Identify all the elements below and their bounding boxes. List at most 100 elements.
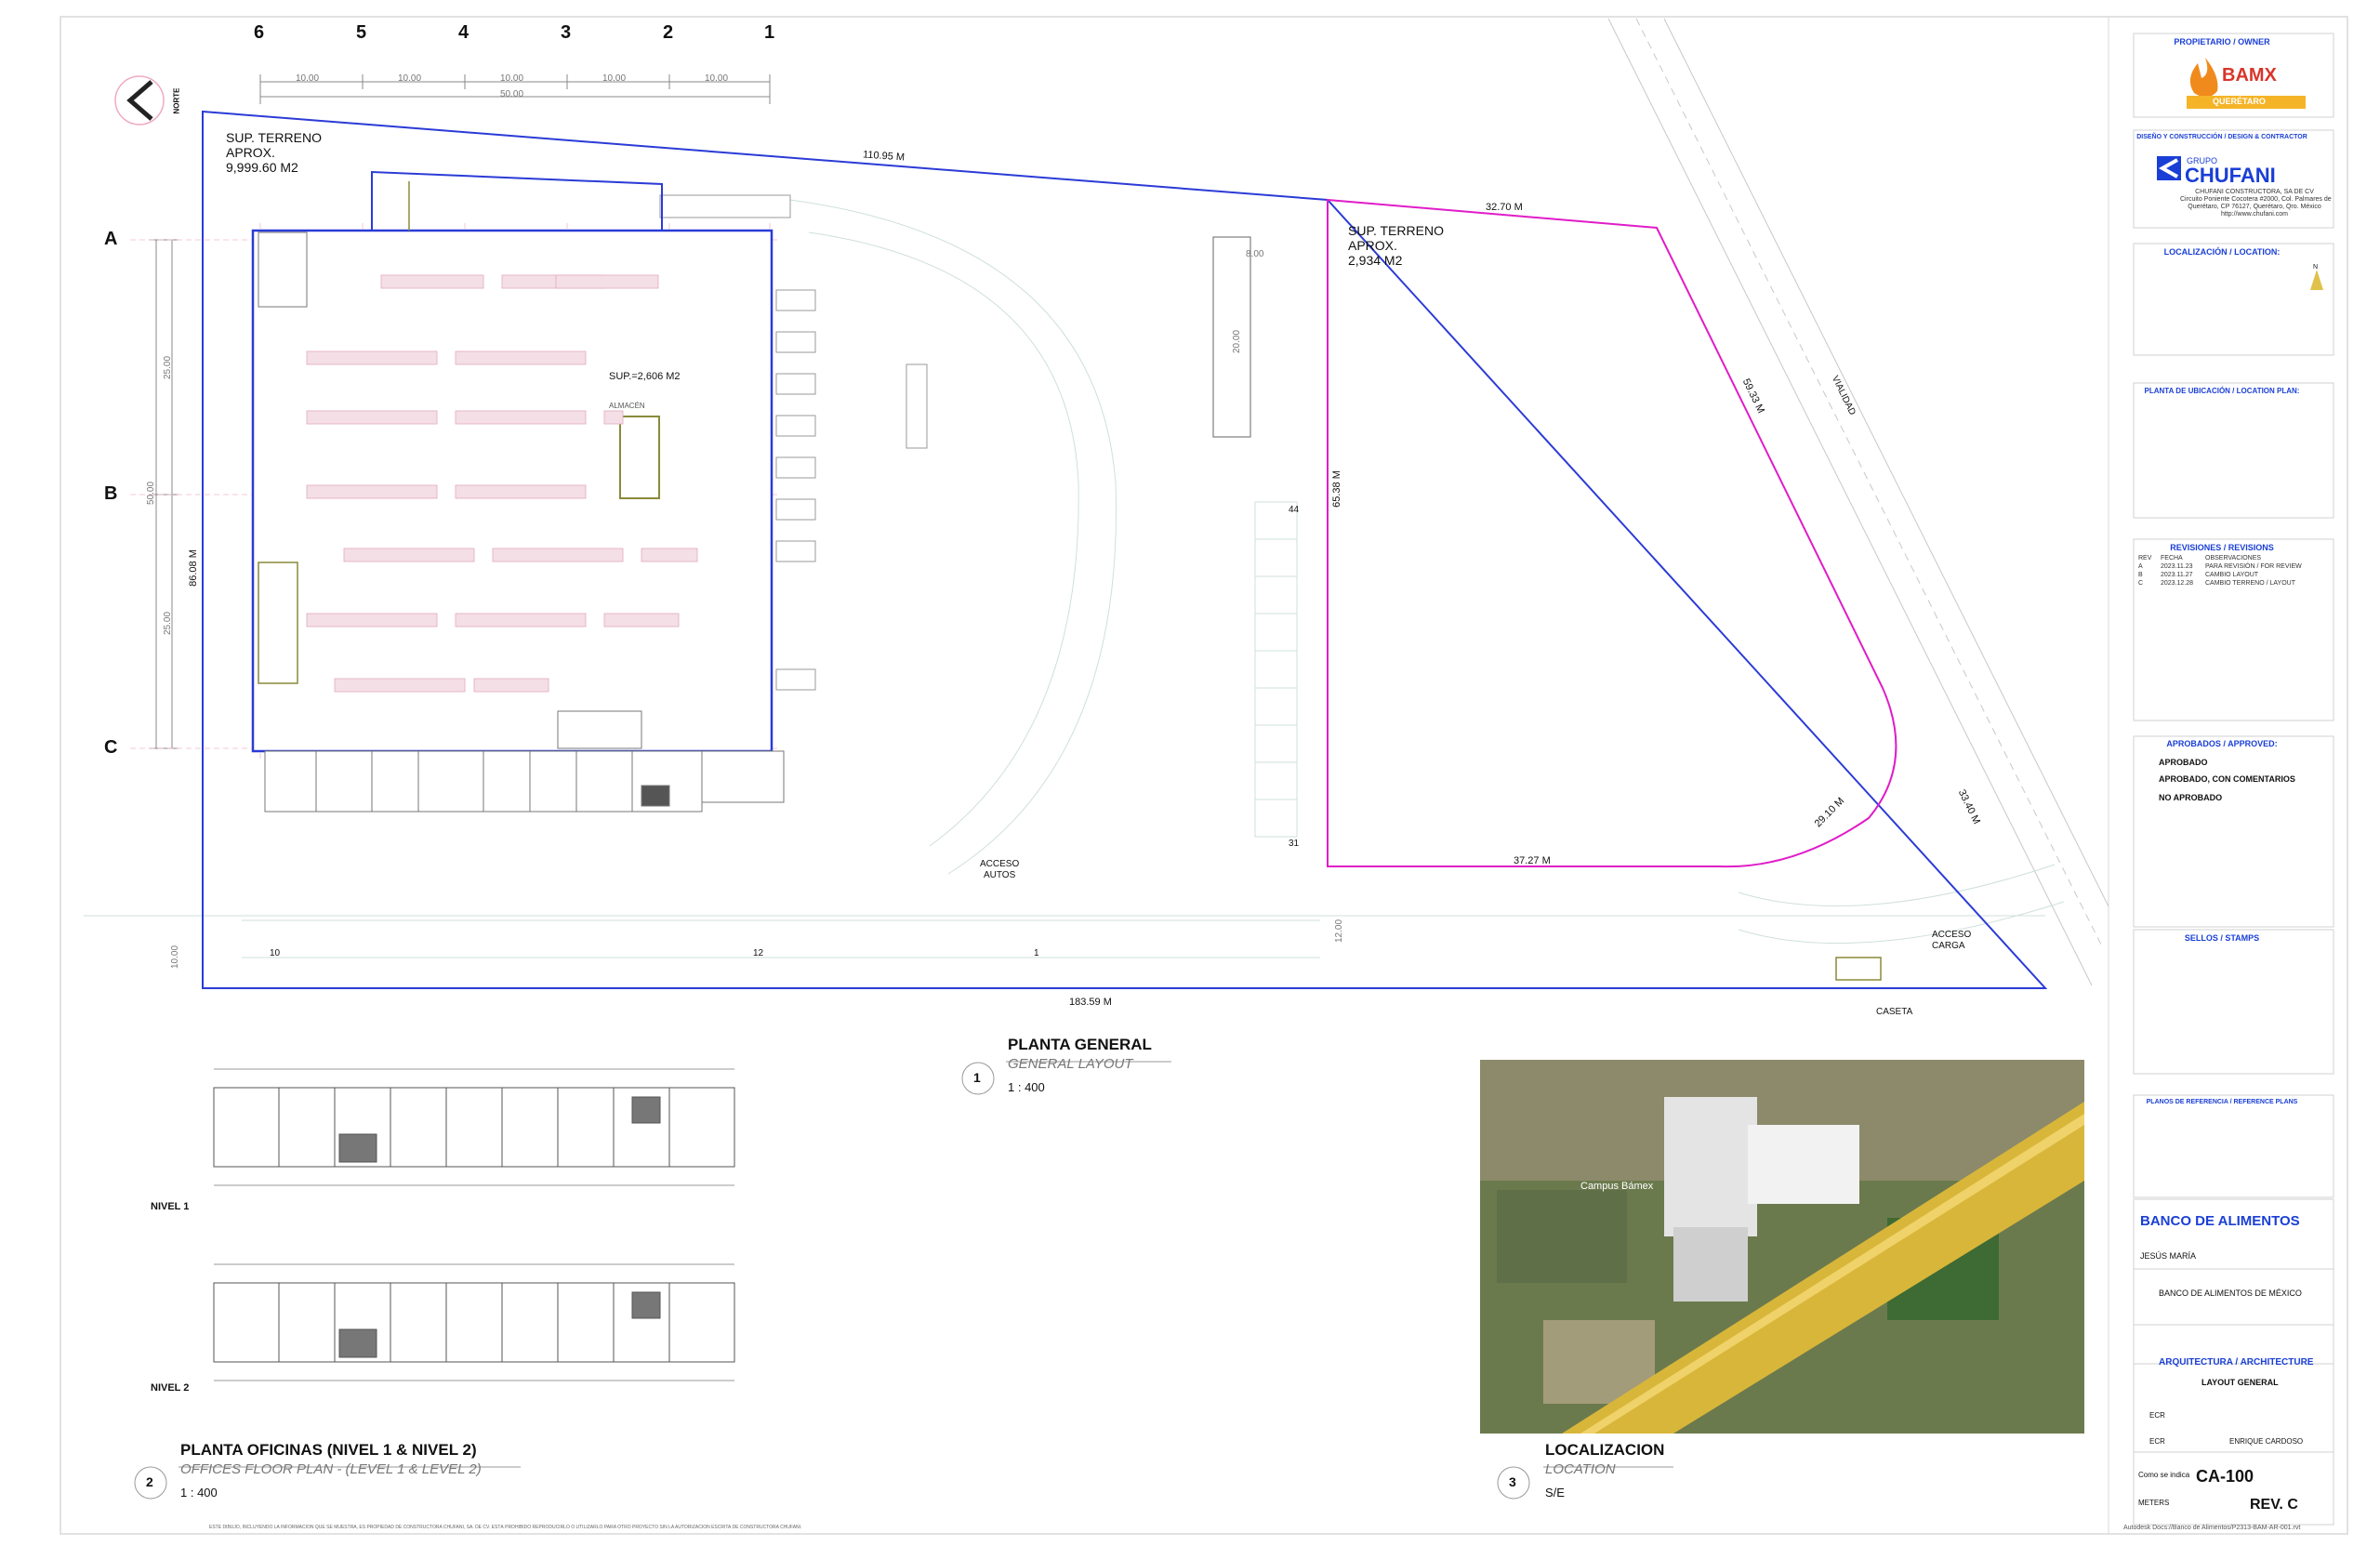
rev-obs: CAMBIO TERRENO / LAYOUT [2205,580,2295,587]
booth-caseta [1835,957,1882,981]
stamps-head: SELLOS / STAMPS [2184,933,2260,943]
project-owner: BANCO DE ALIMENTOS DE MÉXICO [2159,1288,2302,1298]
left-lot-label-1: SUP. TERRENO [226,130,322,145]
view-2-subtitle: OFFICES FLOOR PLAN - (LEVEL 1 & LEVEL 2) [180,1461,482,1477]
col-dim-4: 10.00 [602,73,627,84]
dim-box-w: 8.00 [1246,249,1264,259]
rev-obs: CAMBIO LAYOUT [2205,572,2259,578]
office-strip [264,750,785,813]
revision-row: B 2023.11.27 CAMBIO LAYOUT [2138,571,2302,579]
rev-date: 2023.11.23 [2161,563,2193,570]
road-vialidad [1607,18,2109,986]
scale-value: Como se indica [2138,1471,2190,1479]
approved-option[interactable]: APROBADO [2159,758,2208,767]
titleblock-north-label: N [2313,264,2319,271]
view-2-scale: 1 : 400 [180,1486,218,1500]
dim-right-vert: 65.38 M [1330,470,1342,508]
rev-date: 2023.12.28 [2161,580,2194,587]
dim-box-h: 20.00 [1232,329,1243,354]
revision-row: C 2023.12.28 CAMBIO TERRENO / LAYOUT [2138,579,2302,588]
dim-bottom: 183.59 M [1069,997,1112,1008]
file-path: Autodesk Docs://Banco de Alimentos/P2313… [2123,1525,2301,1531]
rev-code: B [2138,572,2143,578]
access-load-label: ACCESO CARGA [1932,930,1971,952]
view-1-subtitle: GENERAL LAYOUT [1008,1056,1133,1072]
rev-col: REV [2138,555,2152,562]
right-lot-area: 2,934 M2 [1348,253,1403,268]
plan-location-head: PLANTA DE UBICACIÓN / LOCATION PLAN: [2144,387,2300,395]
drawn-by: ECR [2149,1411,2165,1420]
revisions-table: REV FECHA OBSERVACIONES A 2023.11.23 PARA RE… [2138,554,2302,588]
obs-col: OBSERVACIONES [2205,555,2262,562]
not-approved-option[interactable]: NO APROBADO [2159,793,2222,802]
rev-code: A [2138,563,2143,570]
access-cars-1: ACCESO [980,859,1020,869]
dim-right-bottom: 37.27 M [1514,855,1551,866]
dim-small-2: 12.00 [1334,918,1345,944]
grid-row-b: B [104,483,118,504]
date-col: FECHA [2161,555,2183,562]
view-1-title: PLANTA GENERAL [1008,1036,1152,1053]
view-2-number: 2 [146,1474,153,1489]
view-2-title: PLANTA OFICINAS (NIVEL 1 & NIVEL 2) [180,1441,477,1459]
owner-logo-sub: QUERÉTARO [2213,97,2266,106]
plan-svg [60,16,2348,1535]
rev-date: 2023.11.27 [2161,572,2193,578]
col-dim-2: 10.00 [398,73,422,84]
dim-left: 86.08 M [187,549,199,587]
drawing-title: LAYOUT GENERAL [2202,1378,2279,1387]
owner-logo-text: BAMX [2222,65,2277,86]
office-floor-plan-level-2 [213,1263,735,1381]
office-level-1-label: NIVEL 1 [151,1201,190,1212]
parking-count-12: 12 [753,948,764,958]
right-lot-label-2: APROX. [1348,238,1397,253]
revision-code: REV. C [2250,1497,2298,1513]
left-lot-area-label: SUP. TERRENO APROX. 9,999.60 M2 [226,130,322,175]
grid-col-6: 6 [254,22,265,43]
location-head: LOCALIZACIÓN / LOCATION: [2163,247,2281,257]
view-1-number: 1 [973,1070,981,1085]
view-1-scale: 1 : 400 [1008,1080,1045,1094]
grid-row-c: C [104,737,118,758]
north-arrow-icon [114,75,165,126]
design-head: DISEÑO Y CONSTRUCCIÓN / DESIGN & CONTRAC… [2136,134,2307,140]
dim-right-top: 32.70 M [1486,202,1523,213]
view-3-subtitle: LOCATION [1545,1461,1616,1477]
owner-head: PROPIETARIO / OWNER [2174,37,2270,46]
approved-comments-option[interactable]: APROBADO, CON COMENTARIOS [2159,774,2295,784]
revisions-header-row: REV FECHA OBSERVACIONES [2138,554,2302,562]
grid-col-2: 2 [663,22,674,43]
row-dim-1: 25.00 [163,355,174,380]
row-dim-2: 25.00 [163,611,174,636]
col-dim-1: 10.00 [296,73,320,84]
access-cars-2: AUTOS [983,870,1016,880]
left-lot-area: 9,999.60 M2 [226,160,298,175]
drawing-sheet: 6 5 4 3 2 1 A B C 10.00 10.00 10.00 10.0… [0,0,2380,1541]
booth-label: CASETA [1876,1007,1913,1017]
col-dim-5: 10.00 [705,73,729,84]
access-load-2: CARGA [1932,941,1965,951]
revision-row: A 2023.11.23 PARA REVISIÓN / FOR REVIEW [2138,562,2302,571]
parking-count-44: 44 [1289,505,1300,515]
site-boundary-magenta [1327,198,1897,868]
access-cars-label: ACCESO AUTOS [980,859,1019,881]
right-lot-area-label: SUP. TERRENO APROX. 2,934 M2 [1348,223,1444,268]
view-3-scale: S/E [1545,1486,1565,1500]
contractor-name: CHUFANI [2185,164,2276,187]
grid-col-5: 5 [356,22,367,43]
location-aerial-map[interactable] [1480,1060,2084,1434]
sheet-code: CA-100 [2196,1467,2254,1486]
reviewer: ENRIQUE CARDOSO [2229,1437,2304,1446]
checked-by: ECR [2149,1437,2165,1446]
chufani-logo [2157,156,2181,180]
rev-obs: PARA REVISIÓN / FOR REVIEW [2205,563,2302,570]
office-level-2-label: NIVEL 2 [151,1382,190,1394]
warehouse-building [251,170,774,753]
legal-note: ESTE DIBUJO, INCLUYENDO LA INFORMACIÓN Q… [209,1525,802,1530]
col-dim-total: 50.00 [500,89,524,99]
parking-count-10: 10 [270,948,281,958]
left-lot-label-2: APROX. [226,145,275,160]
view-markers [134,1062,1530,1500]
view-3-number: 3 [1509,1474,1516,1489]
grid-col-3: 3 [561,22,572,43]
